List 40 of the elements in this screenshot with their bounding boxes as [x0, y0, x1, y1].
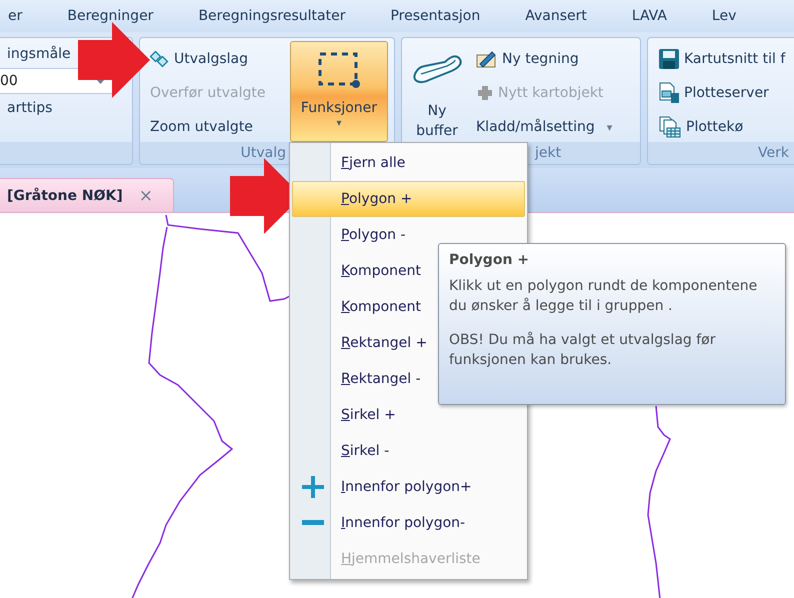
- drawing-pencil-icon: [476, 49, 498, 69]
- ribbon-button[interactable]: Plottekø: [656, 112, 788, 142]
- menu-tab[interactable]: Lev: [712, 8, 736, 24]
- document-tab[interactable]: [Gråtone NØK] ×: [0, 178, 174, 212]
- ribbon-button[interactable]: Zoom utvalgte: [148, 112, 268, 142]
- menu-tab[interactable]: er: [8, 8, 22, 24]
- group-label: jekt: [535, 145, 562, 161]
- document-stack-icon: [658, 116, 682, 138]
- menu-item[interactable]: Polygon -: [292, 217, 525, 253]
- menu-item[interactable]: Sirkel -: [292, 433, 525, 469]
- ribbon-button[interactable]: Kartutsnitt til f: [656, 44, 788, 74]
- ribbon-label: ingsmåle: [7, 46, 72, 62]
- menu-tab[interactable]: Beregninger: [67, 8, 154, 24]
- minus-icon: [302, 520, 324, 526]
- ribbon-button[interactable]: Kladd/målsetting ▾: [474, 112, 614, 142]
- menu-tab[interactable]: LAVA: [632, 8, 667, 24]
- menu-item[interactable]: Fjern alle: [292, 145, 525, 181]
- plus-icon: [302, 476, 324, 498]
- ribbon-large-button[interactable]: Funksjoner ▾: [290, 41, 388, 142]
- ribbon-button[interactable]: Plotteserver: [656, 78, 788, 108]
- ribbon-label: arttips: [7, 100, 54, 116]
- menu-tab[interactable]: Beregningsresultater: [198, 8, 346, 24]
- tooltip-text: Klikk ut en polygon rundt de komponentene du ønsker å legge til i gruppen .: [449, 277, 758, 316]
- layers-icon: [150, 50, 170, 68]
- ribbon-button[interactable]: Ny tegning: [474, 44, 614, 74]
- menu-item[interactable]: Polygon +: [292, 181, 525, 217]
- tooltip-title: Polygon +: [449, 252, 530, 268]
- menu-item[interactable]: Sirkel +: [292, 397, 525, 433]
- ribbon-large-button[interactable]: Ny buffer: [406, 41, 468, 142]
- tooltip-text: OBS! Du må ha valgt et utvalgslag før funksjonen kan brukes.: [449, 330, 716, 370]
- menu-item[interactable]: Innenfor polygon-: [292, 505, 525, 541]
- selection-rectangle-icon: [316, 50, 362, 90]
- menu-item[interactable]: Innenfor polygon+: [292, 469, 525, 505]
- document-server-icon: [658, 82, 680, 104]
- ribbon-button[interactable]: Utvalgslag: [148, 44, 268, 74]
- group-label: Verk: [758, 145, 789, 161]
- group-label: Utvalg: [240, 145, 286, 161]
- plus-icon: [476, 84, 494, 102]
- menu-tab[interactable]: Presentasjon: [390, 8, 480, 24]
- menu-tab[interactable]: Avansert: [525, 8, 587, 24]
